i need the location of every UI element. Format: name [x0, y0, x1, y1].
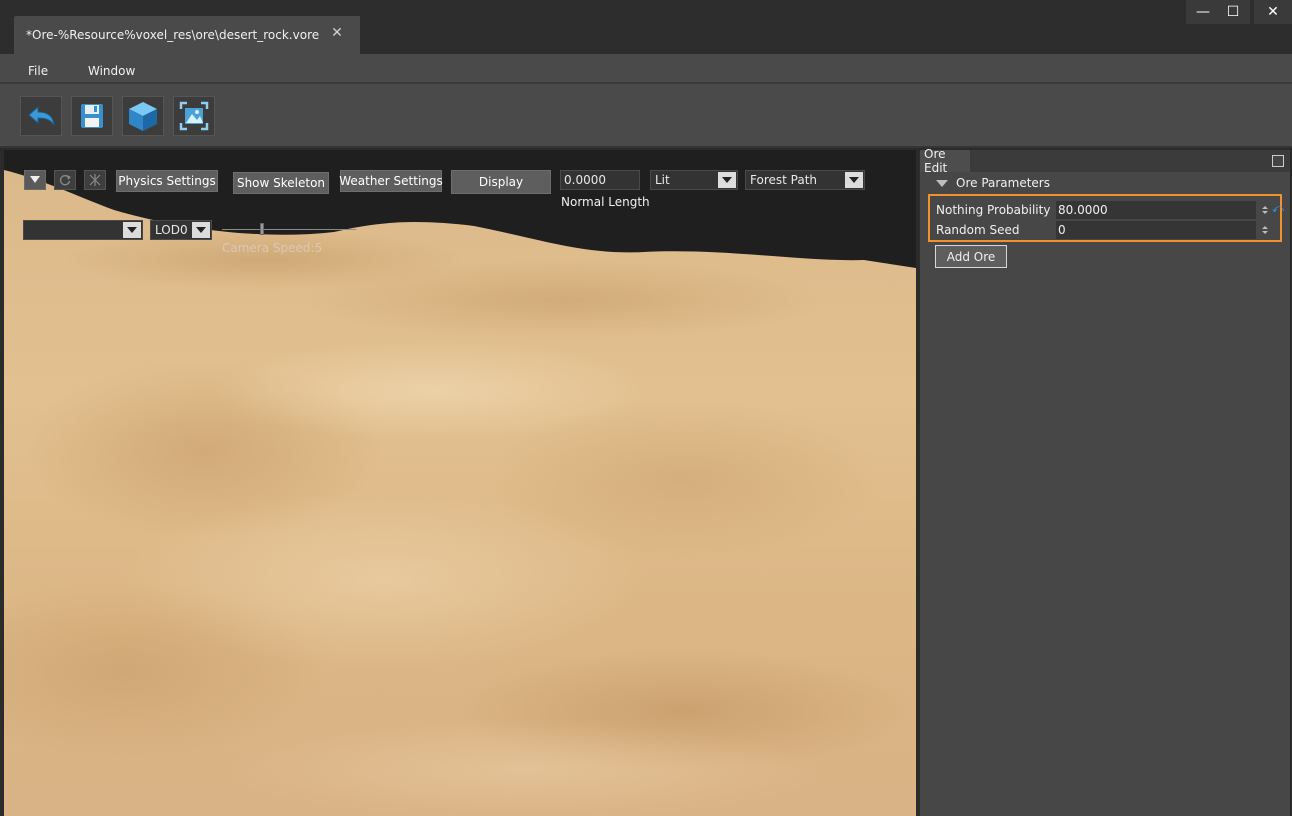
reset-icon[interactable]: ⤺ [1272, 202, 1284, 216]
menu-file[interactable]: File [28, 64, 48, 78]
cube-icon [129, 102, 157, 131]
spinner-arrows-icon[interactable] [1260, 201, 1270, 219]
menu-window[interactable]: Window [88, 64, 135, 78]
scene-viewport[interactable]: Physics Settings Show Skeleton Weather S… [4, 150, 916, 816]
normal-length-input[interactable]: 0.0000 [560, 170, 640, 190]
section-title: Ore Parameters [956, 176, 1050, 190]
camera-speed-slider[interactable] [222, 223, 356, 235]
close-window-button[interactable]: ✕ [1254, 0, 1292, 24]
panel-header: Ore Edit [920, 147, 1290, 175]
viewport-menu-button[interactable] [24, 170, 46, 190]
weather-settings-button[interactable]: Weather Settings [339, 170, 443, 192]
toolbar [0, 84, 1292, 148]
camera-speed-label: Camera Speed:5 [222, 241, 323, 255]
document-tab[interactable]: *Ore-%Resource%voxel_res\ore\desert_rock… [14, 16, 360, 54]
document-tab-title: *Ore-%Resource%voxel_res\ore\desert_rock… [26, 28, 320, 42]
chevron-down-icon [718, 172, 736, 188]
random-seed-input[interactable]: 0 [1056, 221, 1256, 239]
skeleton-toggle-button[interactable] [84, 170, 106, 190]
mesh-view-button[interactable] [122, 96, 164, 136]
lod-select[interactable]: LOD0 [150, 220, 212, 240]
normal-length-label: Normal Length [561, 195, 650, 209]
pin-icon[interactable] [1272, 155, 1284, 167]
screenshot-button[interactable] [173, 96, 215, 136]
lighting-mode-select[interactable]: Lit [650, 170, 738, 190]
minimize-button[interactable]: — [1186, 0, 1220, 24]
path-select[interactable]: Forest Path [745, 170, 865, 190]
refresh-icon [59, 175, 71, 186]
param-label: Random Seed [936, 223, 1020, 237]
menu-bar: File Window [0, 54, 1292, 84]
collapse-triangle-icon [936, 179, 948, 187]
spinner-arrows-icon[interactable] [1260, 221, 1270, 239]
tab-ore-edit[interactable]: Ore Edit [920, 147, 970, 175]
camera-speed-slider-handle[interactable] [259, 223, 264, 235]
screenshot-icon [179, 101, 209, 131]
chevron-down-icon [192, 222, 210, 238]
object-select[interactable] [23, 220, 143, 240]
chevron-down-icon [123, 222, 141, 238]
chevron-down-icon [845, 172, 863, 188]
params-highlight-box: Nothing Probability 80.0000 ⤺ Random See… [928, 194, 1284, 242]
maximize-button[interactable]: ☐ [1216, 0, 1250, 24]
param-label: Nothing Probability [936, 203, 1051, 217]
undo-button[interactable] [20, 96, 62, 136]
close-tab-icon[interactable]: ✕ [330, 26, 344, 40]
display-button[interactable]: Display [451, 170, 551, 194]
refresh-button[interactable] [54, 170, 76, 190]
title-bar: *Ore-%Resource%voxel_res\ore\desert_rock… [0, 0, 1292, 54]
save-icon [81, 104, 103, 128]
lod-select-value: LOD0 [155, 223, 188, 237]
lighting-mode-value: Lit [655, 173, 670, 187]
path-select-value: Forest Path [750, 173, 818, 187]
desert-terrain [4, 150, 916, 816]
param-row-random-seed: Random Seed 0 [936, 220, 1276, 240]
save-button[interactable] [71, 96, 113, 136]
physics-settings-button[interactable]: Physics Settings [116, 170, 218, 192]
show-skeleton-button[interactable]: Show Skeleton [233, 172, 329, 194]
add-ore-button[interactable]: Add Ore [935, 245, 1007, 268]
param-row-nothing-probability: Nothing Probability 80.0000 ⤺ [936, 200, 1284, 220]
skeleton-icon [89, 174, 101, 186]
ore-parameters-section[interactable]: Ore Parameters [936, 176, 1050, 190]
ore-edit-panel: Ore Edit Ore Parameters Nothing Probabil… [920, 147, 1290, 816]
triangle-down-icon [30, 176, 40, 183]
nothing-probability-input[interactable]: 80.0000 [1056, 201, 1256, 219]
undo-icon [28, 105, 55, 126]
